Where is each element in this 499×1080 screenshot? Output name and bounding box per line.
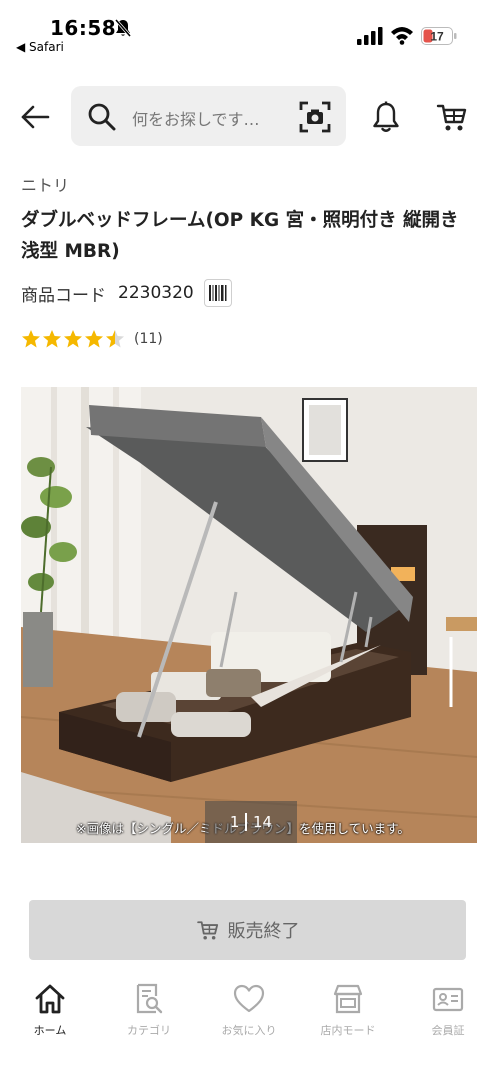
sold-out-button[interactable]: 販売終了: [29, 900, 466, 960]
search-placeholder[interactable]: 何をお探しです…: [132, 106, 260, 130]
product-image[interactable]: [21, 387, 477, 843]
bottom-tab-bar: ホーム カテゴリ お気に入り 店内モード 会員証: [0, 976, 499, 1080]
tab-favorites-label: お気に入り: [221, 1024, 277, 1037]
product-title: ダブルベッドフレーム(OP KG 宮・照明付き 縦開き 浅型 MBR): [21, 210, 459, 262]
home-icon: [35, 984, 65, 1014]
status-bar: 16:58 ◀ Safari 17: [0, 0, 499, 60]
star-icon: [64, 330, 82, 348]
top-header: 何をお探しです…: [0, 86, 499, 146]
cellular-signal-icon: [357, 27, 383, 45]
rating-row[interactable]: (11): [21, 328, 163, 350]
member-card-icon: [432, 987, 464, 1012]
store-icon: [333, 984, 363, 1014]
product-code-label: 商品コード: [21, 285, 106, 306]
heart-icon: [233, 984, 265, 1013]
back-arrow-icon[interactable]: [18, 100, 52, 134]
tab-store-mode-label: 店内モード: [320, 1024, 376, 1037]
pager-divider: [245, 813, 247, 831]
tab-member-card-label: 会員証: [431, 1024, 465, 1037]
tab-member-card[interactable]: 会員証: [398, 982, 498, 1038]
tab-category-label: カテゴリ: [127, 1024, 171, 1037]
pager-current: 1: [229, 813, 240, 831]
sold-out-label: 販売終了: [227, 921, 300, 942]
product-code-row: 商品コード 2230320: [21, 279, 232, 307]
status-time: 16:58: [50, 16, 117, 40]
tab-home-label: ホーム: [33, 1024, 67, 1037]
brand-name[interactable]: ニトリ: [21, 172, 69, 196]
product-code-value: 2230320: [118, 283, 194, 303]
star-icon: [22, 330, 40, 348]
camera-scan-icon[interactable]: [298, 100, 332, 134]
battery-icon: 17: [421, 27, 457, 45]
review-count[interactable]: (11): [134, 331, 163, 347]
category-search-icon: [136, 983, 163, 1014]
star-icon: [43, 330, 61, 348]
star-icon: [85, 330, 103, 348]
search-icon[interactable]: [86, 101, 118, 133]
tab-store-mode[interactable]: 店内モード: [298, 982, 398, 1038]
image-pager: 1 14: [205, 801, 297, 843]
notification-bell-icon[interactable]: [370, 100, 402, 134]
cart-icon[interactable]: [436, 100, 468, 134]
bed-photo-illustration: [21, 387, 477, 843]
barcode-button[interactable]: [203, 279, 232, 307]
bell-muted-icon: [114, 19, 132, 37]
star-half-icon: [106, 330, 124, 348]
back-to-safari[interactable]: ◀ Safari: [16, 40, 64, 54]
tab-favorites[interactable]: お気に入り: [199, 982, 299, 1038]
tab-category[interactable]: カテゴリ: [99, 982, 199, 1038]
wifi-icon: [391, 27, 413, 45]
battery-level: 17: [430, 30, 444, 44]
cart-icon: [196, 921, 218, 940]
barcode-icon: [208, 285, 227, 301]
pager-total: 14: [252, 813, 273, 831]
tab-home[interactable]: ホーム: [0, 982, 100, 1038]
